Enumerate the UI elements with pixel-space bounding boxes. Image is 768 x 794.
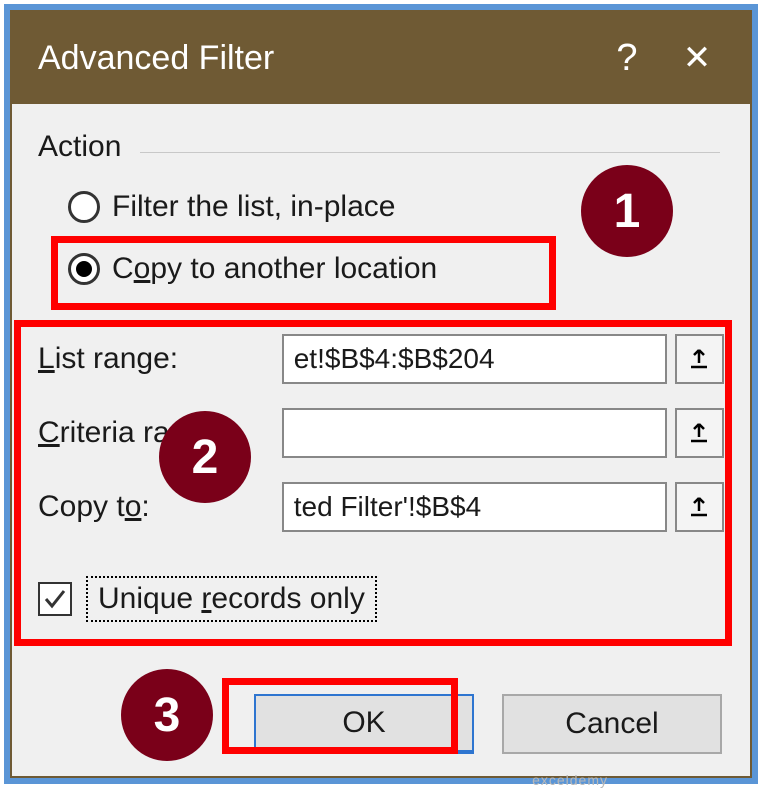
list-range-input[interactable]	[282, 334, 667, 384]
ok-button[interactable]: OK	[254, 694, 474, 754]
annotation-badge-3: 3	[124, 672, 210, 758]
titlebar: Advanced Filter ? ✕	[12, 12, 750, 104]
annotation-badge-1: 1	[584, 168, 670, 254]
watermark: exceldemy	[532, 772, 608, 788]
group-divider	[140, 152, 720, 153]
annotation-badge-2: 2	[162, 414, 248, 500]
criteria-range-input[interactable]	[282, 408, 667, 458]
copy-to-label: Copy to:	[38, 490, 274, 524]
dialog-title: Advanced Filter	[38, 39, 592, 78]
copy-to-input[interactable]	[282, 482, 667, 532]
unique-records-checkbox[interactable]: Unique records only	[38, 576, 724, 622]
advanced-filter-dialog: Advanced Filter ? ✕ Action Filter the li…	[10, 10, 752, 778]
copy-to-picker-button[interactable]	[675, 482, 724, 532]
radio-selected-icon	[68, 253, 100, 285]
close-button[interactable]: ✕	[662, 38, 732, 78]
action-group-label: Action	[38, 130, 724, 164]
collapse-icon	[688, 422, 710, 444]
unique-records-label: Unique records only	[86, 576, 377, 622]
help-button[interactable]: ?	[592, 37, 662, 80]
radio-copyto-label: Copy to another location	[112, 252, 437, 286]
checkbox-checked-icon	[38, 582, 72, 616]
collapse-icon	[688, 348, 710, 370]
list-range-picker-button[interactable]	[675, 334, 724, 384]
collapse-icon	[688, 496, 710, 518]
criteria-range-picker-button[interactable]	[675, 408, 724, 458]
radio-unselected-icon	[68, 191, 100, 223]
radio-inplace-label: Filter the list, in-place	[112, 190, 395, 224]
cancel-button[interactable]: Cancel	[502, 694, 722, 754]
list-range-label: List range:	[38, 342, 274, 376]
